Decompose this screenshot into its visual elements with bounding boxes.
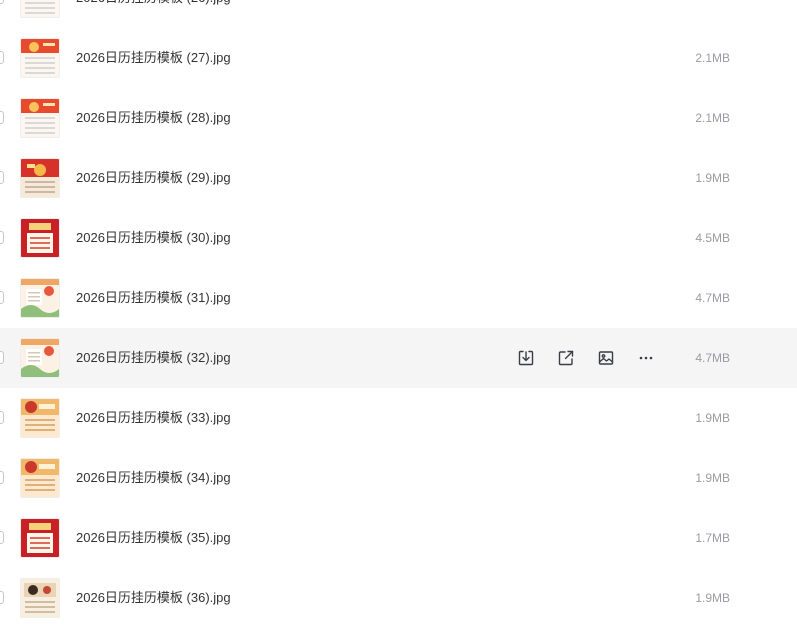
file-row[interactable]: 2026日历挂历模板 (31).jpg 4.7MB: [0, 268, 797, 328]
download-icon[interactable]: [514, 346, 538, 370]
row-checkbox[interactable]: [0, 411, 4, 424]
share-icon[interactable]: [554, 346, 578, 370]
row-checkbox[interactable]: [0, 531, 4, 544]
file-thumbnail[interactable]: [20, 38, 60, 78]
file-size: 4.7MB: [695, 291, 730, 305]
file-thumbnail[interactable]: [20, 458, 60, 498]
file-row[interactable]: 2026日历挂历模板 (29).jpg 1.9MB: [0, 148, 797, 208]
file-name[interactable]: 2026日历挂历模板 (34).jpg: [76, 469, 231, 487]
file-row[interactable]: 2026日历挂历模板 (26).jpg: [0, 0, 797, 28]
row-checkbox[interactable]: [0, 51, 4, 64]
file-size: 1.9MB: [695, 411, 730, 425]
row-checkbox[interactable]: [0, 171, 4, 184]
row-actions: [514, 346, 658, 370]
file-thumbnail[interactable]: [20, 278, 60, 318]
image-icon[interactable]: [594, 346, 618, 370]
file-size: 1.9MB: [695, 171, 730, 185]
file-thumbnail[interactable]: [20, 338, 60, 378]
file-name[interactable]: 2026日历挂历模板 (36).jpg: [76, 589, 231, 607]
file-name[interactable]: 2026日历挂历模板 (29).jpg: [76, 169, 231, 187]
row-checkbox[interactable]: [0, 351, 4, 364]
file-name[interactable]: 2026日历挂历模板 (31).jpg: [76, 289, 231, 307]
file-row[interactable]: 2026日历挂历模板 (32).jpg 4.7MB: [0, 328, 797, 388]
file-thumbnail[interactable]: [20, 578, 60, 618]
file-row[interactable]: 2026日历挂历模板 (27).jpg 2.1MB: [0, 28, 797, 88]
file-name[interactable]: 2026日历挂历模板 (30).jpg: [76, 229, 231, 247]
file-thumbnail[interactable]: [20, 518, 60, 558]
row-checkbox[interactable]: [0, 0, 4, 4]
more-icon[interactable]: [634, 346, 658, 370]
row-checkbox[interactable]: [0, 231, 4, 244]
file-name[interactable]: 2026日历挂历模板 (27).jpg: [76, 49, 231, 67]
file-row[interactable]: 2026日历挂历模板 (30).jpg 4.5MB: [0, 208, 797, 268]
file-row[interactable]: 2026日历挂历模板 (35).jpg 1.7MB: [0, 508, 797, 568]
file-size: 2.1MB: [695, 51, 730, 65]
file-name[interactable]: 2026日历挂历模板 (32).jpg: [76, 349, 231, 367]
file-name[interactable]: 2026日历挂历模板 (28).jpg: [76, 109, 231, 127]
file-size: 4.7MB: [695, 351, 730, 365]
file-size: 1.7MB: [695, 531, 730, 545]
file-size: 1.9MB: [695, 471, 730, 485]
file-name[interactable]: 2026日历挂历模板 (33).jpg: [76, 409, 231, 427]
file-thumbnail[interactable]: [20, 218, 60, 258]
row-checkbox[interactable]: [0, 471, 4, 484]
file-name[interactable]: 2026日历挂历模板 (26).jpg: [76, 0, 231, 7]
file-thumbnail[interactable]: [20, 0, 60, 18]
file-row[interactable]: 2026日历挂历模板 (34).jpg 1.9MB: [0, 448, 797, 508]
file-row[interactable]: 2026日历挂历模板 (28).jpg 2.1MB: [0, 88, 797, 148]
file-size: 1.9MB: [695, 591, 730, 605]
file-row[interactable]: 2026日历挂历模板 (36).jpg 1.9MB: [0, 568, 797, 628]
row-checkbox[interactable]: [0, 591, 4, 604]
file-thumbnail[interactable]: [20, 398, 60, 438]
file-row[interactable]: 2026日历挂历模板 (33).jpg 1.9MB: [0, 388, 797, 448]
row-checkbox[interactable]: [0, 111, 4, 124]
file-thumbnail[interactable]: [20, 158, 60, 198]
file-size: 4.5MB: [695, 231, 730, 245]
file-size: 2.1MB: [695, 111, 730, 125]
row-checkbox[interactable]: [0, 291, 4, 304]
file-name[interactable]: 2026日历挂历模板 (35).jpg: [76, 529, 231, 547]
file-thumbnail[interactable]: [20, 98, 60, 138]
file-list: 2026日历挂历模板 (26).jpg 2026日历挂历模板 (27).jpg 2.…: [0, 0, 797, 628]
